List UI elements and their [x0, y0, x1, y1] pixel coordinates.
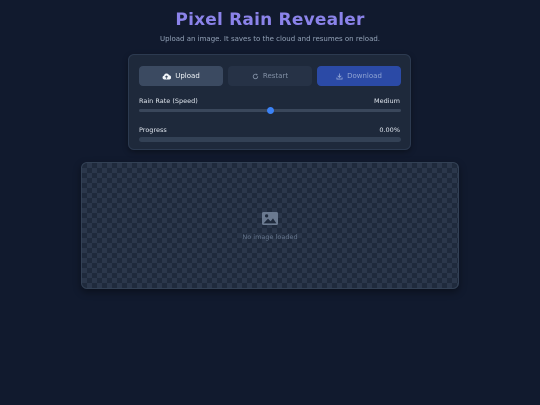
controls-panel: Upload Restart Download Rain Rate (Speed…: [128, 54, 411, 150]
rain-rate-label: Rain Rate (Speed): [139, 97, 198, 105]
page-subtitle: Upload an image. It saves to the cloud a…: [159, 35, 381, 43]
upload-button[interactable]: Upload: [139, 66, 223, 86]
restart-label: Restart: [262, 72, 289, 80]
progress-bar: [139, 137, 401, 142]
page-title: Pixel Rain Revealer: [175, 10, 365, 30]
download-button[interactable]: Download: [317, 66, 401, 86]
rain-rate-slider-thumb[interactable]: [266, 106, 274, 114]
app-page: Pixel Rain Revealer Upload an image. It …: [0, 0, 540, 405]
download-label: Download: [347, 72, 382, 80]
rain-rate-value: Medium: [374, 97, 400, 105]
rain-rate-slider[interactable]: [139, 106, 401, 114]
upload-label: Upload: [175, 72, 200, 80]
progress-label: Progress: [139, 126, 167, 134]
image-canvas[interactable]: No image loaded: [81, 162, 459, 289]
image-icon: [262, 210, 278, 229]
empty-canvas-text: No image loaded: [242, 233, 298, 241]
restart-icon: [252, 73, 259, 80]
progress-value: 0.00%: [379, 126, 400, 134]
cloud-upload-icon: [162, 73, 172, 80]
download-icon: [336, 72, 343, 80]
restart-button[interactable]: Restart: [228, 66, 312, 86]
